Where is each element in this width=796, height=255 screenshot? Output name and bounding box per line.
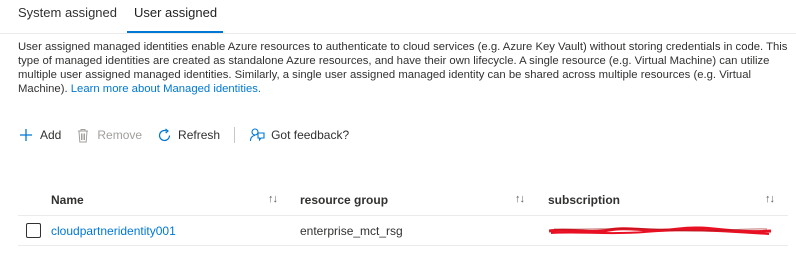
add-label: Add [40,128,62,142]
sort-icon[interactable]: ↑↓ [515,193,525,205]
toolbar-divider [234,127,236,143]
trash-icon [75,127,91,143]
sort-icon[interactable]: ↑↓ [765,193,775,205]
column-header-name[interactable]: Name [51,193,84,207]
remove-button[interactable]: Remove [75,127,142,143]
identity-name-link[interactable]: cloudpartneridentity001 [51,224,176,238]
description: User assigned managed identities enable … [18,40,788,96]
redaction-scribble [549,226,771,235]
identities-table: Name ↑↓ resource group ↑↓ subscription ↑… [18,186,788,246]
tab-user-assigned[interactable]: User assigned [134,5,217,20]
resource-group-cell: enterprise_mct_rsg [300,224,403,238]
tab-system-assigned[interactable]: System assigned [18,5,117,20]
feedback-button[interactable]: Got feedback? [249,127,349,143]
feedback-label: Got feedback? [271,128,350,142]
table-header: Name ↑↓ resource group ↑↓ subscription ↑… [18,186,788,216]
learn-more-link[interactable]: Learn more about Managed identities. [71,83,261,95]
active-tab-indicator [127,31,223,33]
tab-bar: System assigned User assigned [0,0,796,34]
feedback-icon [249,127,265,143]
column-header-subscription[interactable]: subscription [548,193,620,207]
table-row[interactable]: cloudpartneridentity001 enterprise_mct_r… [18,216,788,246]
refresh-button[interactable]: Refresh [156,127,220,143]
remove-label: Remove [97,128,143,142]
sort-icon[interactable]: ↑↓ [268,193,278,205]
refresh-icon [156,127,172,143]
row-checkbox[interactable] [26,223,41,238]
command-bar: Add Remove Refresh Got feedback? [18,124,363,146]
column-header-resource-group[interactable]: resource group [300,193,388,207]
add-button[interactable]: Add [18,127,61,143]
refresh-label: Refresh [178,128,221,142]
add-icon [18,127,34,143]
